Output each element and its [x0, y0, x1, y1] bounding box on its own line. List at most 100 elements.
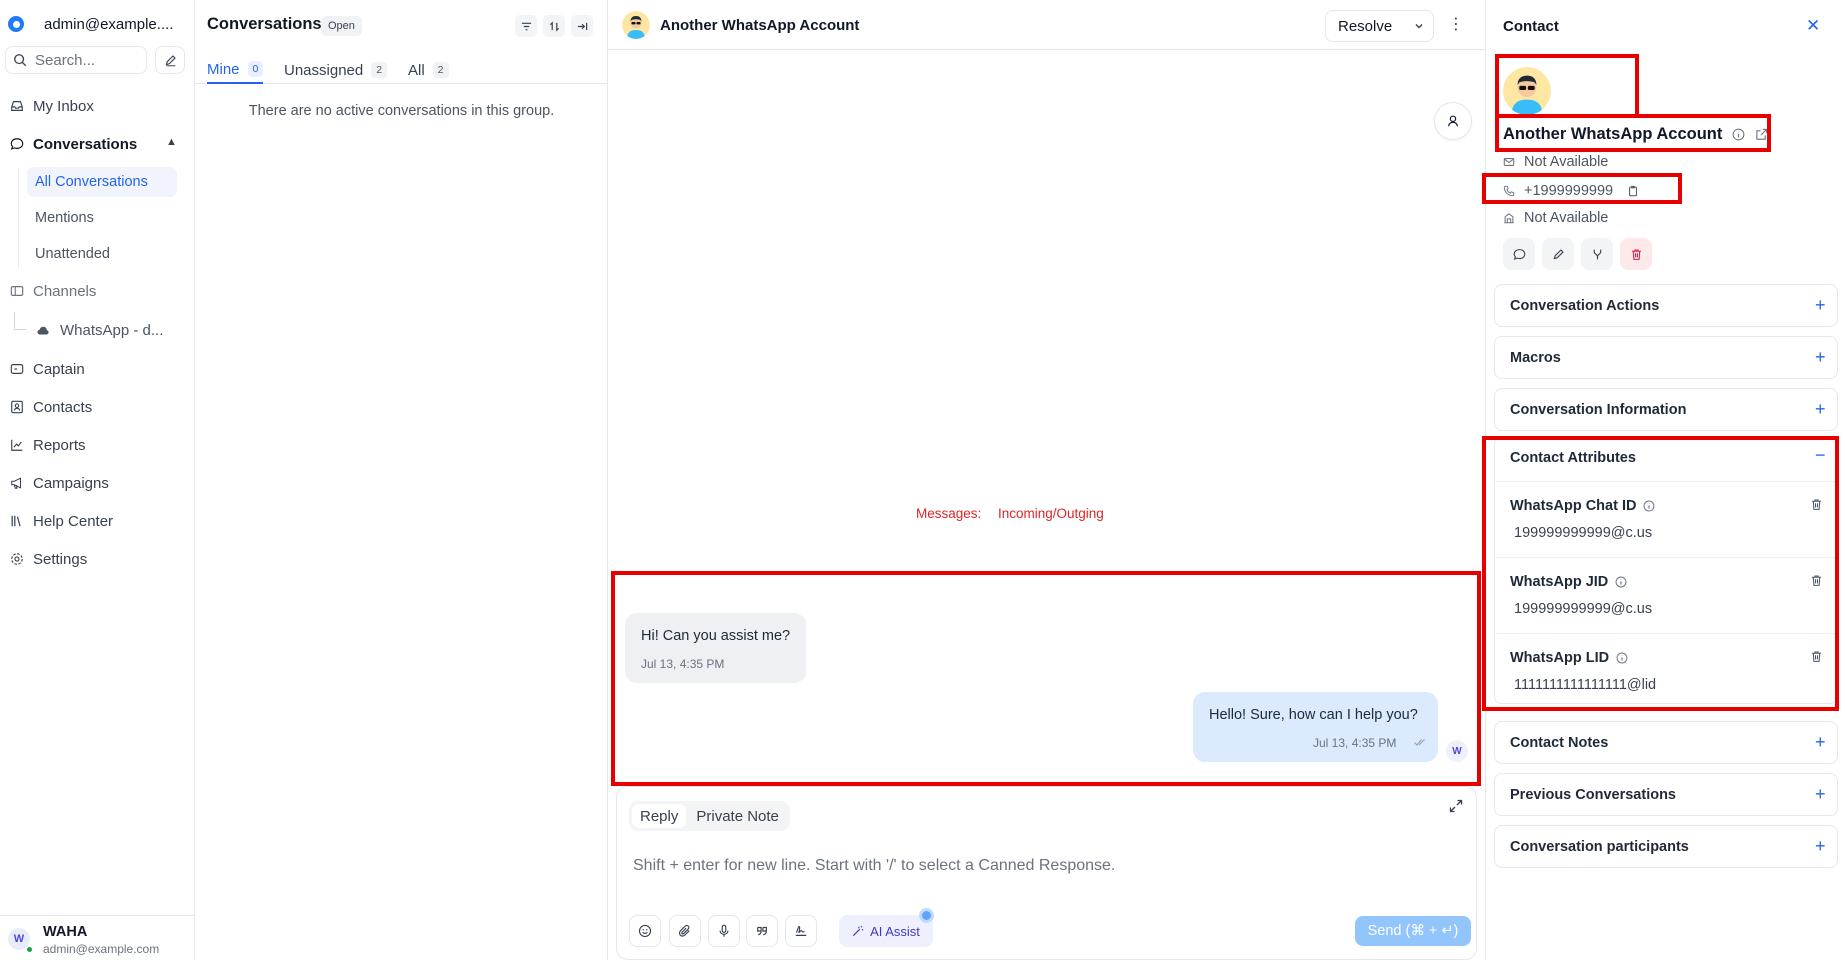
sort-button[interactable] [543, 15, 565, 37]
expand-icon[interactable] [1449, 799, 1463, 813]
status-badge[interactable]: Open [321, 16, 362, 36]
annotation-box-name [1495, 114, 1771, 152]
nav-label: WhatsApp - d... [60, 321, 164, 339]
nav-my-inbox[interactable]: My Inbox [10, 92, 94, 120]
channels-icon [10, 286, 24, 296]
tab-count: 0 [247, 61, 264, 77]
panel-title: Contact [1503, 18, 1559, 35]
nav-conversations[interactable]: Conversations [10, 130, 137, 158]
section-title: Previous Conversations [1510, 787, 1676, 803]
nav-campaigns[interactable]: Campaigns [10, 469, 109, 497]
section-conversation-information[interactable]: Conversation Information + [1494, 388, 1838, 431]
conversation-list: Conversations Open Mine 0 Unassigned 2 A… [195, 0, 608, 960]
cloud-icon [37, 326, 49, 334]
tab-label: Mine [207, 60, 240, 78]
resolve-button[interactable]: Resolve [1325, 10, 1434, 42]
empty-state-text: There are no active conversations in thi… [248, 103, 555, 119]
merge-contact-button[interactable] [1581, 238, 1613, 270]
section-conversation-participants[interactable]: Conversation participants + [1494, 825, 1838, 868]
nav-unattended[interactable]: Unattended [27, 239, 177, 269]
section-title: Contact Notes [1510, 735, 1609, 751]
close-icon[interactable]: ✕ [1806, 16, 1820, 36]
contact-panel-toggle[interactable] [1434, 102, 1472, 140]
filter-button[interactable] [515, 15, 537, 37]
signature-icon [795, 926, 807, 936]
edit-contact-button[interactable] [1542, 238, 1574, 270]
nav-label: Conversations [33, 135, 138, 153]
more-vertical-icon[interactable]: ⋮ [1448, 14, 1464, 34]
subnav-guide-line [18, 168, 19, 268]
delete-contact-button[interactable] [1620, 238, 1652, 270]
nav-all-conversations[interactable]: All Conversations [27, 167, 177, 197]
pencil-icon [1553, 248, 1564, 259]
ai-assist-label: AI Assist [870, 923, 920, 939]
section-previous-conversations[interactable]: Previous Conversations + [1494, 773, 1838, 816]
chevron-up-icon[interactable]: ▲ [166, 136, 177, 148]
online-status-dot [26, 946, 33, 953]
plus-icon: + [1815, 295, 1826, 315]
filter-icon [521, 22, 531, 30]
nav-help-center[interactable]: Help Center [10, 507, 113, 535]
send-button[interactable]: Send (⌘ + ↵) [1355, 916, 1471, 946]
ai-assist-button[interactable]: AI Assist [839, 915, 933, 947]
magic-wand-icon [852, 925, 864, 937]
compose-button[interactable] [155, 46, 185, 74]
nav-label: Reports [33, 436, 86, 454]
signature-button[interactable] [785, 915, 817, 947]
nav-label: My Inbox [33, 97, 94, 115]
emoji-button[interactable] [629, 915, 661, 947]
nav-contacts[interactable]: Contacts [10, 393, 92, 421]
section-title: Conversation Information [1510, 402, 1687, 418]
user-profile[interactable]: W WAHA admin@example.com [0, 915, 195, 960]
reply-composer: Reply Private Note Shift + enter for new… [616, 786, 1477, 960]
gear-icon [11, 553, 23, 565]
tab-all[interactable]: All 2 [408, 56, 449, 84]
canned-response-button[interactable] [746, 915, 778, 947]
nav-mentions[interactable]: Mentions [27, 203, 177, 233]
contact-company-row: Not Available [1503, 208, 1608, 228]
nav-captain[interactable]: Captain [10, 355, 85, 383]
nav-reports[interactable]: Reports [10, 431, 86, 459]
inbox-icon [11, 101, 23, 111]
contacts-icon [11, 400, 23, 414]
tab-unassigned[interactable]: Unassigned 2 [284, 56, 388, 84]
section-contact-notes[interactable]: Contact Notes + [1494, 721, 1838, 764]
section-conversation-actions[interactable]: Conversation Actions + [1494, 284, 1838, 327]
nav-label: All Conversations [35, 174, 148, 190]
search-input[interactable]: Search... [5, 46, 147, 74]
voice-button[interactable] [708, 915, 740, 947]
chat-contact-name: Another WhatsApp Account [660, 17, 860, 34]
page-title: Conversations [207, 15, 322, 33]
user-name: WAHA [43, 924, 88, 940]
nav-label: Help Center [33, 512, 114, 530]
tab-mine[interactable]: Mine 0 [207, 56, 264, 84]
message-input[interactable]: Shift + enter for new line. Start with '… [633, 857, 1115, 875]
section-title: Macros [1510, 350, 1561, 366]
user-email: admin@example.com [43, 942, 160, 956]
nav-channels[interactable]: Channels [10, 277, 96, 305]
new-message-button[interactable] [1503, 238, 1535, 270]
app-logo-icon [8, 16, 24, 32]
collapse-list-button[interactable] [571, 15, 593, 37]
chat-bubble-icon [10, 138, 24, 150]
conversation-tabs: Mine 0 Unassigned 2 All 2 [195, 50, 608, 84]
section-title: Conversation Actions [1510, 298, 1660, 314]
attach-button[interactable] [669, 915, 701, 947]
nav-label: Captain [33, 360, 85, 378]
microphone-icon [719, 924, 729, 937]
account-switcher[interactable]: admin@example.... [8, 12, 173, 36]
plus-icon: + [1815, 399, 1826, 419]
account-label: admin@example.... [44, 15, 174, 33]
contact-avatar[interactable] [622, 11, 650, 39]
tab-reply[interactable]: Reply [632, 804, 687, 828]
nav-settings[interactable]: Settings [10, 545, 87, 573]
section-macros[interactable]: Macros + [1494, 336, 1838, 379]
contact-panel: Contact ✕ Another WhatsApp Account Not A… [1482, 0, 1845, 960]
section-title: Conversation participants [1510, 839, 1689, 855]
nav-whatsapp-channel[interactable]: WhatsApp - d... [37, 316, 163, 344]
search-placeholder: Search... [35, 51, 96, 69]
captain-icon [10, 364, 24, 374]
chart-line-icon [11, 439, 23, 451]
tab-label: All [408, 61, 425, 79]
tab-private-note[interactable]: Private Note [688, 804, 787, 828]
